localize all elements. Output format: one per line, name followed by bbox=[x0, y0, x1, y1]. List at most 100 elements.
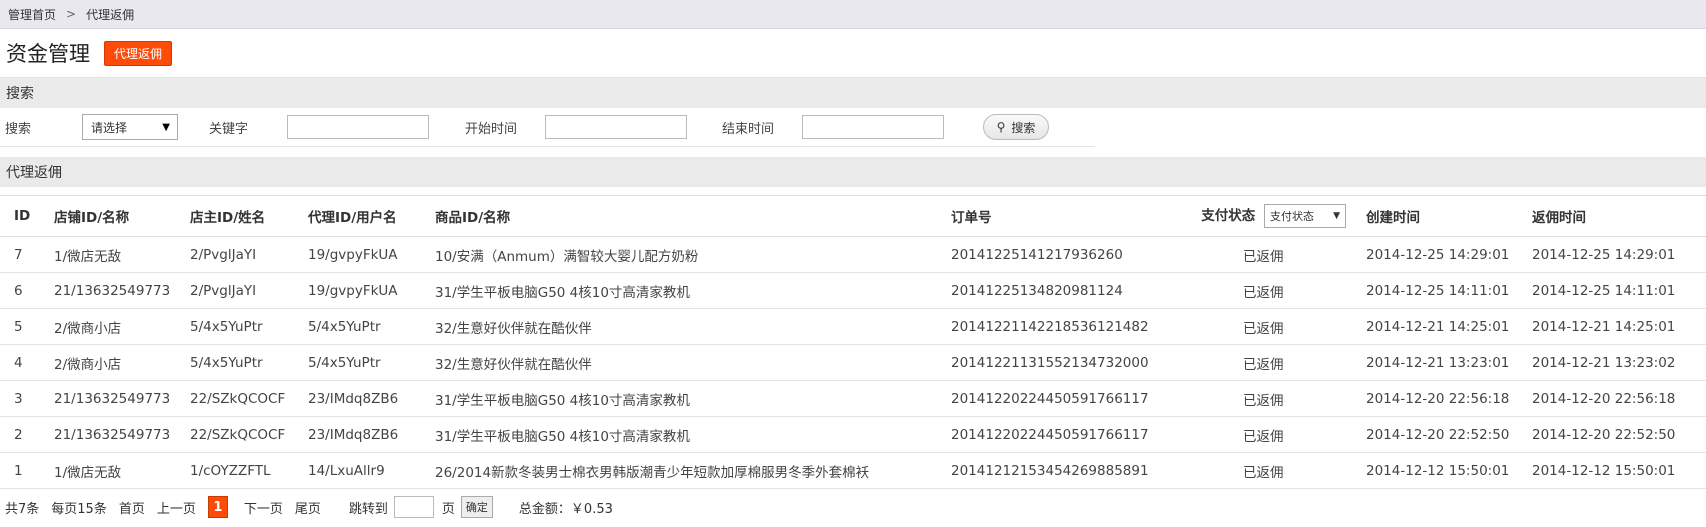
cell-shop: 21/13632549773 bbox=[40, 416, 176, 453]
search-type-label: 搜索 bbox=[5, 121, 32, 137]
cell-rebate: 2014-12-25 14:29:01 bbox=[1518, 236, 1706, 273]
cell-id: 2 bbox=[0, 416, 40, 453]
cell-owner: 5/4x5YuPtr bbox=[176, 308, 294, 345]
cell-order: 20141225141217936260 bbox=[937, 236, 1167, 273]
table-row: 6 21/13632549773 2/PvglJaYI 19/gvpyFkUA … bbox=[0, 272, 1706, 309]
cell-status: 已返佣 bbox=[1167, 380, 1352, 417]
prev-page-link[interactable]: 上一页 bbox=[157, 498, 196, 517]
page-header: 资金管理 代理返佣 bbox=[0, 29, 1706, 78]
search-form: 搜索 请选择 ▼ 关键字 开始时间 结束时间 ⚲ 搜索 bbox=[0, 108, 1095, 147]
cell-agent: 23/IMdq8ZB6 bbox=[294, 380, 421, 417]
breadcrumb-current: 代理返佣 bbox=[86, 7, 135, 22]
cell-product: 31/学生平板电脑G50 4核10寸高清家教机 bbox=[421, 272, 937, 309]
jump-label: 跳转到 bbox=[348, 501, 388, 517]
cell-owner: 2/PvglJaYI bbox=[176, 236, 294, 273]
cell-status: 已返佣 bbox=[1167, 308, 1352, 345]
cell-product: 31/学生平板电脑G50 4核10寸高清家教机 bbox=[421, 416, 937, 453]
end-time-input[interactable] bbox=[802, 115, 944, 139]
cell-rebate: 2014-12-21 14:25:01 bbox=[1518, 308, 1706, 345]
cell-owner: 1/cOYZZFTL bbox=[176, 452, 294, 489]
table-row: 3 21/13632549773 22/SZkQCOCF 23/IMdq8ZB6… bbox=[0, 380, 1706, 417]
breadcrumb-home-link[interactable]: 管理首页 bbox=[8, 6, 56, 23]
cell-order: 20141221131552134732000 bbox=[937, 344, 1167, 381]
subpage-badge[interactable]: 代理返佣 bbox=[104, 40, 173, 66]
cell-id: 6 bbox=[0, 272, 40, 309]
end-time-label: 结束时间 bbox=[722, 121, 775, 137]
chevron-down-icon: ▼ bbox=[162, 121, 170, 133]
cell-agent: 14/LxuAllr9 bbox=[294, 452, 421, 489]
cell-shop: 1/微店无敌 bbox=[40, 452, 176, 489]
cell-owner: 2/PvglJaYI bbox=[176, 272, 294, 309]
cell-order: 20141212153454269885891 bbox=[937, 452, 1167, 489]
next-page-link[interactable]: 下一页 bbox=[244, 498, 283, 517]
cell-agent: 23/IMdq8ZB6 bbox=[294, 416, 421, 453]
keyword-label: 关键字 bbox=[209, 121, 249, 137]
cell-agent: 5/4x5YuPtr bbox=[294, 344, 421, 381]
rebate-table: ID 店铺ID/名称 店主ID/姓名 代理ID/用户名 商品ID/名称 订单号 … bbox=[0, 195, 1706, 489]
cell-product: 10/安满（Anmum）满智较大婴儿配方奶粉 bbox=[421, 236, 937, 273]
cell-order: 20141220224450591766117 bbox=[937, 416, 1167, 453]
first-page-link[interactable]: 首页 bbox=[119, 498, 145, 517]
last-page-link[interactable]: 尾页 bbox=[295, 498, 321, 517]
jump-page-input[interactable] bbox=[393, 496, 434, 518]
cell-id: 4 bbox=[0, 344, 40, 381]
cell-created: 2014-12-12 15:50:01 bbox=[1352, 452, 1518, 489]
per-page: 每页15条 bbox=[51, 501, 107, 517]
cell-created: 2014-12-20 22:56:18 bbox=[1352, 380, 1518, 417]
cell-status: 已返佣 bbox=[1167, 452, 1352, 489]
table-row: 7 1/微店无敌 2/PvglJaYI 19/gvpyFkUA 10/安满（An… bbox=[0, 236, 1706, 273]
table-row: 5 2/微商小店 5/4x5YuPtr 5/4x5YuPtr 32/生意好伙伴就… bbox=[0, 308, 1706, 345]
breadcrumb: 管理首页 > 代理返佣 bbox=[0, 0, 1706, 29]
cell-order: 20141225134820981124 bbox=[937, 272, 1167, 309]
cell-product: 32/生意好伙伴就在酷伙伴 bbox=[421, 308, 937, 345]
page-unit-label: 页 bbox=[441, 501, 455, 517]
col-agent-header: 代理ID/用户名 bbox=[294, 195, 421, 237]
col-rebate-header: 返佣时间 bbox=[1518, 195, 1706, 237]
col-owner-header: 店主ID/姓名 bbox=[176, 195, 294, 237]
cell-rebate: 2014-12-20 22:56:18 bbox=[1518, 380, 1706, 417]
cell-rebate: 2014-12-12 15:50:01 bbox=[1518, 452, 1706, 489]
cell-created: 2014-12-20 22:52:50 bbox=[1352, 416, 1518, 453]
cell-shop: 21/13632549773 bbox=[40, 380, 176, 417]
cell-id: 1 bbox=[0, 452, 40, 489]
col-order-header: 订单号 bbox=[937, 195, 1167, 237]
col-shop-header: 店铺ID/名称 bbox=[40, 195, 176, 237]
table-body: 7 1/微店无敌 2/PvglJaYI 19/gvpyFkUA 10/安满（An… bbox=[0, 236, 1706, 489]
table-row: 1 1/微店无敌 1/cOYZZFTL 14/LxuAllr9 26/2014新… bbox=[0, 452, 1706, 489]
table-header-row: ID 店铺ID/名称 店主ID/姓名 代理ID/用户名 商品ID/名称 订单号 … bbox=[0, 195, 1706, 237]
cell-status: 已返佣 bbox=[1167, 344, 1352, 381]
jump-confirm-button[interactable]: 确定 bbox=[460, 496, 493, 518]
breadcrumb-separator: > bbox=[66, 7, 77, 21]
search-type-select[interactable]: 请选择 ▼ bbox=[82, 114, 178, 140]
cell-product: 32/生意好伙伴就在酷伙伴 bbox=[421, 344, 937, 381]
pagination: 共7条 每页15条 首页 上一页 1 下一页 尾页 跳转到 页 确定 总金额：￥… bbox=[0, 489, 1706, 525]
start-time-input[interactable] bbox=[545, 115, 687, 139]
cell-created: 2014-12-25 14:29:01 bbox=[1352, 236, 1518, 273]
cell-agent: 19/gvpyFkUA bbox=[294, 272, 421, 309]
cell-shop: 2/微商小店 bbox=[40, 308, 176, 345]
cell-created: 2014-12-25 14:11:01 bbox=[1352, 272, 1518, 309]
cell-rebate: 2014-12-25 14:11:01 bbox=[1518, 272, 1706, 309]
cell-owner: 22/SZkQCOCF bbox=[176, 380, 294, 417]
cell-id: 5 bbox=[0, 308, 40, 345]
search-type-value: 请选择 bbox=[91, 120, 128, 135]
table-row: 2 21/13632549773 22/SZkQCOCF 23/IMdq8ZB6… bbox=[0, 416, 1706, 453]
total-amount: 总金额：￥0.53 bbox=[518, 501, 613, 517]
current-page[interactable]: 1 bbox=[207, 496, 228, 518]
search-button[interactable]: ⚲ 搜索 bbox=[983, 114, 1049, 140]
search-icon: ⚲ bbox=[996, 120, 1006, 134]
cell-shop: 2/微商小店 bbox=[40, 344, 176, 381]
cell-created: 2014-12-21 14:25:01 bbox=[1352, 308, 1518, 345]
cell-product: 31/学生平板电脑G50 4核10寸高清家教机 bbox=[421, 380, 937, 417]
pay-status-filter-select[interactable]: 支付状态 ▼ bbox=[1264, 204, 1346, 228]
cell-order: 20141221142218536121482 bbox=[937, 308, 1167, 345]
cell-id: 3 bbox=[0, 380, 40, 417]
col-created-header: 创建时间 bbox=[1352, 195, 1518, 237]
pay-status-filter-value: 支付状态 bbox=[1270, 210, 1314, 223]
page-title: 资金管理 bbox=[6, 42, 90, 66]
cell-shop: 21/13632549773 bbox=[40, 272, 176, 309]
col-product-header: 商品ID/名称 bbox=[421, 195, 937, 237]
keyword-input[interactable] bbox=[287, 115, 429, 139]
cell-owner: 5/4x5YuPtr bbox=[176, 344, 294, 381]
cell-product: 26/2014新款冬装男士棉衣男韩版潮青少年短款加厚棉服男冬季外套棉袄 bbox=[421, 452, 937, 489]
